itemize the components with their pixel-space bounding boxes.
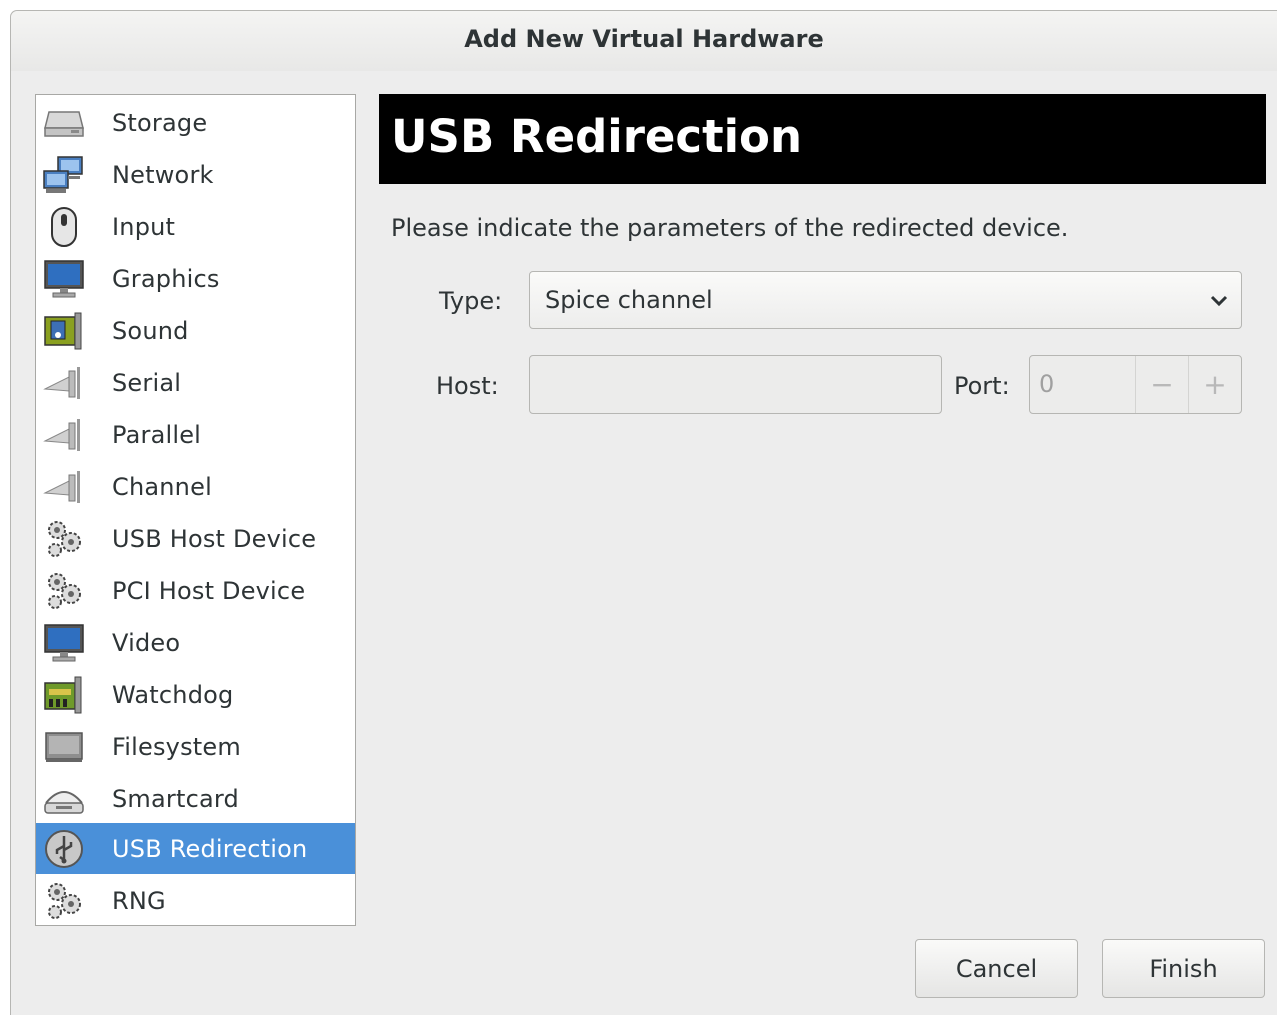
sidebar-item-label: Serial: [112, 368, 182, 397]
page-title: USB Redirection: [391, 110, 802, 163]
sidebar-item-video[interactable]: Video: [36, 617, 355, 668]
window-title: Add New Virtual Hardware: [464, 25, 824, 53]
sidebar-item-label: Watchdog: [112, 680, 234, 709]
sidebar-item-watchdog[interactable]: Watchdog: [36, 669, 355, 720]
port-decrement-button[interactable]: −: [1135, 356, 1188, 413]
sidebar-item-label: Parallel: [112, 420, 202, 449]
port-increment-button[interactable]: +: [1188, 356, 1241, 413]
sidebar-item-label: Filesystem: [112, 732, 241, 761]
host-label: Host:: [436, 372, 499, 400]
sidebar-item-graphics[interactable]: Graphics: [36, 253, 355, 304]
sidebar-item-label: USB Redirection: [112, 834, 308, 863]
chevron-down-icon: [1210, 295, 1228, 307]
network-icon: [41, 152, 87, 198]
sidebar-item-usb-host-device[interactable]: USB Host Device: [36, 513, 355, 564]
circuit-board-icon: [41, 672, 87, 718]
usb-icon: [41, 826, 87, 872]
sidebar-item-input[interactable]: Input: [36, 201, 355, 252]
type-dropdown-value: Spice channel: [545, 286, 713, 314]
smartcard-reader-icon: [41, 776, 87, 822]
sidebar-item-label: Video: [112, 628, 181, 657]
sidebar-item-label: Network: [112, 160, 214, 189]
monitor-icon: [41, 620, 87, 666]
sidebar-item-label: Sound: [112, 316, 189, 345]
sidebar-item-sound[interactable]: Sound: [36, 305, 355, 356]
sidebar-item-label: Input: [112, 212, 176, 241]
cancel-button[interactable]: Cancel: [915, 939, 1078, 998]
port-label: Port:: [954, 372, 1010, 400]
filesystem-icon: [41, 724, 87, 770]
sidebar-item-network[interactable]: Network: [36, 149, 355, 200]
sidebar-item-pci-host-device[interactable]: PCI Host Device: [36, 565, 355, 616]
gears-icon: [41, 878, 87, 924]
sidebar-item-rng[interactable]: RNG: [36, 875, 355, 926]
mouse-icon: [41, 204, 87, 250]
plug-icon: [41, 412, 87, 458]
sidebar-item-label: PCI Host Device: [112, 576, 306, 605]
monitor-icon: [41, 256, 87, 302]
sound-card-icon: [41, 308, 87, 354]
description-text: Please indicate the parameters of the re…: [391, 214, 1069, 242]
sidebar-item-label: Graphics: [112, 264, 220, 293]
port-spinbutton[interactable]: 0 − +: [1029, 355, 1242, 414]
hardware-list[interactable]: Storage Network Input Graphics Sound Ser…: [35, 94, 356, 926]
storage-icon: [41, 100, 87, 146]
sidebar-item-usb-redirection[interactable]: USB Redirection: [36, 823, 355, 874]
sidebar-item-channel[interactable]: Channel: [36, 461, 355, 512]
gears-icon: [41, 568, 87, 614]
sidebar-item-smartcard[interactable]: Smartcard: [36, 773, 355, 824]
sidebar-item-label: Smartcard: [112, 784, 239, 813]
gears-icon: [41, 516, 87, 562]
sidebar-item-storage[interactable]: Storage: [36, 97, 355, 148]
sidebar-item-parallel[interactable]: Parallel: [36, 409, 355, 460]
dialog-window: Add New Virtual Hardware Storage Network…: [10, 10, 1277, 1015]
sidebar-item-label: USB Host Device: [112, 524, 317, 553]
titlebar[interactable]: Add New Virtual Hardware: [11, 11, 1277, 71]
port-input[interactable]: 0: [1039, 370, 1054, 398]
host-input[interactable]: [529, 355, 942, 414]
finish-button[interactable]: Finish: [1102, 939, 1265, 998]
sidebar-item-label: Storage: [112, 108, 208, 137]
plug-icon: [41, 464, 87, 510]
type-label: Type:: [439, 287, 503, 315]
sidebar-item-serial[interactable]: Serial: [36, 357, 355, 408]
page-header: USB Redirection: [379, 94, 1266, 184]
type-dropdown[interactable]: Spice channel: [529, 271, 1242, 329]
plug-icon: [41, 360, 87, 406]
sidebar-item-label: RNG: [112, 886, 166, 915]
sidebar-item-label: Channel: [112, 472, 212, 501]
sidebar-item-filesystem[interactable]: Filesystem: [36, 721, 355, 772]
